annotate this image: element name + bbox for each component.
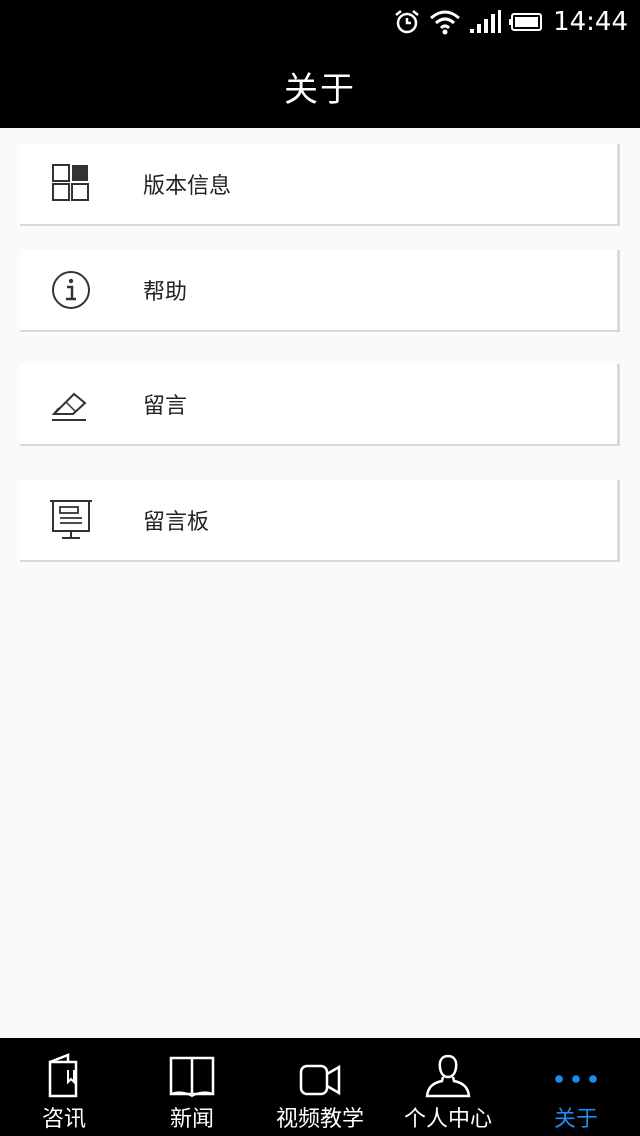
- menu-item-help[interactable]: 帮助: [20, 250, 620, 332]
- tab-label: 新闻: [169, 1107, 214, 1132]
- info-icon: [52, 271, 90, 309]
- edit-icon: [51, 392, 87, 421]
- tab-about[interactable]: 关于: [512, 1038, 640, 1136]
- menu-item-version-info[interactable]: 版本信息: [20, 144, 620, 226]
- battery-icon: [509, 13, 543, 31]
- wifi-icon: [430, 10, 461, 35]
- tab-video-tutorial[interactable]: 视频教学: [256, 1038, 384, 1136]
- menu-item-message-board[interactable]: 留言板: [20, 480, 620, 562]
- tab-bar: 咨讯 新闻 视频教学 个人中心 关于: [0, 1038, 640, 1136]
- signal-icon: [470, 10, 502, 33]
- tab-news[interactable]: 新闻: [128, 1038, 256, 1136]
- tab-personal-center[interactable]: 个人中心: [384, 1038, 512, 1136]
- tab-label: 个人中心: [403, 1107, 492, 1132]
- message-board-icon: [50, 500, 92, 539]
- status-time: 14:44: [553, 7, 628, 37]
- menu-item-label: 版本信息: [143, 174, 232, 199]
- menu-item-label: 帮助: [143, 280, 188, 305]
- tab-label: 咨讯: [41, 1107, 86, 1132]
- video-camera-icon: [299, 1064, 341, 1096]
- menu-item-label: 留言板: [143, 510, 210, 535]
- status-bar: 14:44: [0, 0, 640, 44]
- book-icon: [169, 1056, 215, 1098]
- alarm-icon: [395, 10, 419, 34]
- status-icons: 14:44: [393, 6, 628, 38]
- nav-bar: 关于: [0, 44, 640, 128]
- user-icon: [425, 1054, 471, 1098]
- tab-label: 视频教学: [275, 1107, 364, 1132]
- menu-item-label: 留言: [143, 394, 188, 419]
- tab-label: 关于: [553, 1107, 598, 1132]
- page-title: 关于: [284, 69, 356, 110]
- more-icon: [555, 1075, 597, 1083]
- version-info-icon: [52, 164, 89, 201]
- tab-consult[interactable]: 咨讯: [0, 1038, 128, 1136]
- document-icon: [48, 1053, 78, 1098]
- menu-item-leave-message[interactable]: 留言: [20, 364, 620, 446]
